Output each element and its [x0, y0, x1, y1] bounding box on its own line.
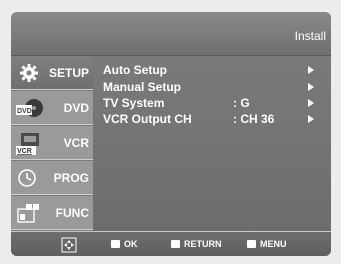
menu-row-manual-setup[interactable]: Manual Setup [103, 80, 323, 94]
menu-row-vcr-output-ch[interactable]: VCR Output CH : CH 36 [103, 112, 323, 126]
gear-icon [16, 62, 42, 84]
vcr-cassette-icon: VCR [16, 132, 42, 155]
arrow-right-icon [308, 99, 314, 107]
sidebar-item-vcr[interactable]: VCR VCR [11, 126, 93, 160]
arrow-right-icon [308, 83, 314, 91]
sidebar-item-prog[interactable]: PROG [11, 161, 93, 195]
dvd-disc-icon: DVD [16, 97, 43, 119]
sidebar-item-label: FUNC [55, 206, 89, 220]
return-label: RETURN [184, 239, 222, 249]
setup-menu: Auto Setup Manual Setup TV System : G VC… [93, 56, 331, 231]
header-bar: Install [11, 12, 331, 56]
menu-row-value: : CH 36 [233, 112, 275, 126]
menu-row-auto-setup[interactable]: Auto Setup [103, 63, 323, 77]
menu-row-label: TV System [103, 96, 165, 110]
arrow-right-icon [308, 66, 314, 74]
sidebar-item-label: VCR [63, 136, 89, 150]
arrow-right-icon [308, 115, 314, 123]
menu-row-label: Auto Setup [103, 63, 167, 77]
return-hint: RETURN [171, 239, 222, 249]
osd-screen: Install SETUP DVD DVD VCR VCR PROG FUNC … [11, 12, 331, 256]
menu-row-label: Manual Setup [103, 80, 182, 94]
menu-button-icon [247, 240, 256, 248]
footer-bar: OK RETURN MENU [11, 231, 331, 256]
tv-frame: Install SETUP DVD DVD VCR VCR PROG FUNC … [0, 0, 341, 264]
menu-row-label: VCR Output CH [103, 112, 192, 126]
menu-label: MENU [260, 239, 287, 249]
sidebar-item-label: PROG [53, 171, 89, 185]
svg-text:VCR: VCR [17, 148, 32, 155]
menu-row-value: : G [233, 96, 250, 110]
page-title: Install [294, 29, 326, 43]
function-blocks-icon [16, 202, 42, 224]
sidebar-item-func[interactable]: FUNC [11, 196, 93, 230]
ok-button-icon [111, 240, 120, 248]
ok-hint: OK [111, 239, 138, 249]
sidebar-item-setup[interactable]: SETUP [11, 56, 93, 90]
directional-pad-icon [61, 237, 77, 253]
ok-label: OK [124, 239, 138, 249]
sidebar: SETUP DVD DVD VCR VCR PROG FUNC [11, 56, 93, 231]
clock-icon [16, 167, 42, 189]
menu-row-tv-system[interactable]: TV System : G [103, 96, 323, 110]
sidebar-item-dvd[interactable]: DVD DVD [11, 91, 93, 125]
svg-text:DVD: DVD [17, 108, 32, 115]
sidebar-item-label: DVD [63, 101, 89, 115]
sidebar-item-label: SETUP [48, 66, 89, 80]
menu-hint: MENU [247, 239, 287, 249]
return-button-icon [171, 240, 180, 248]
